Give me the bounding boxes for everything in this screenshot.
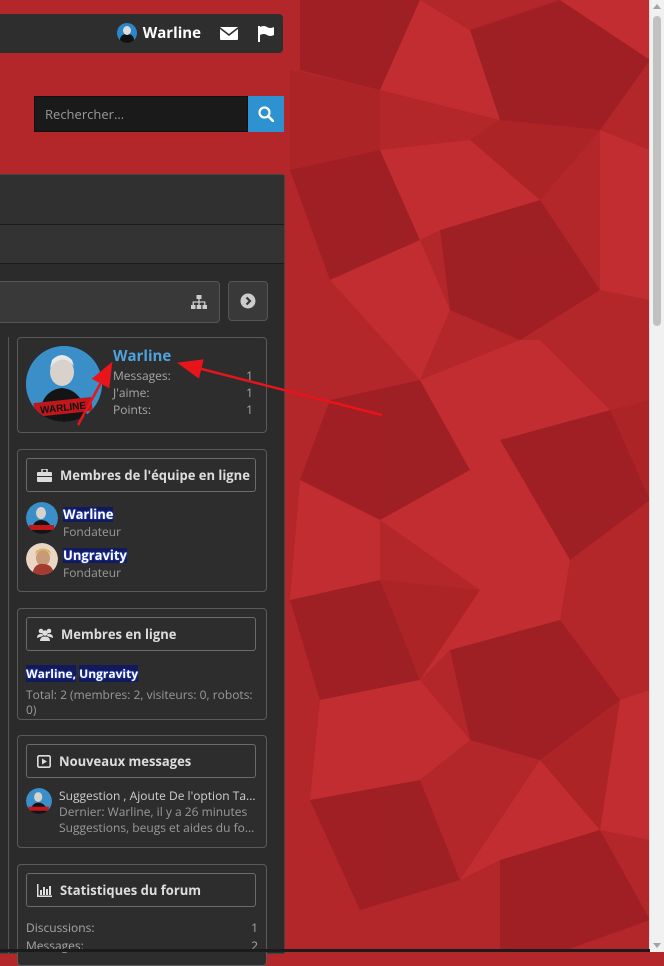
scrollbar-thumb[interactable] [653,16,661,326]
scroll-down-icon[interactable] [653,943,661,948]
scroll-up-icon[interactable] [653,4,661,9]
vertical-scrollbar[interactable] [649,0,664,952]
annotation-arrows [76,359,383,426]
